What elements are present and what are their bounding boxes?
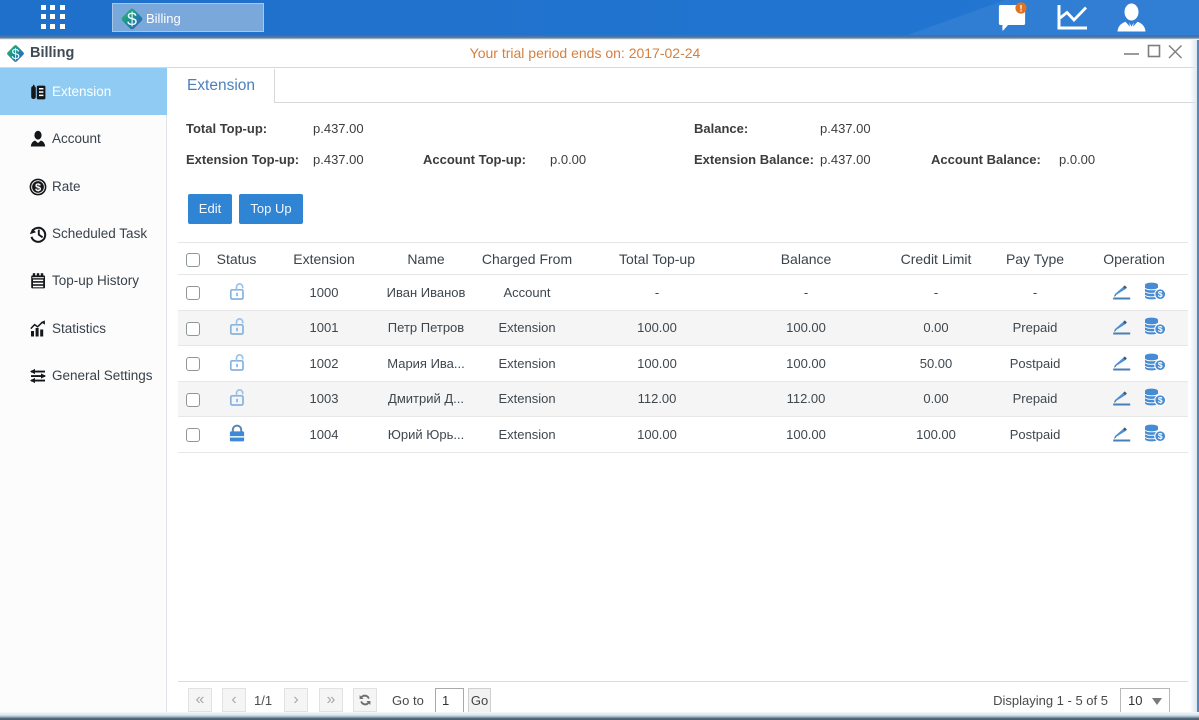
svg-text:$: $: [1158, 289, 1163, 299]
svg-text:$: $: [1158, 395, 1163, 405]
svg-text:!: !: [1020, 4, 1023, 14]
svg-text:$: $: [1158, 360, 1163, 370]
svg-text:$: $: [127, 10, 137, 30]
svg-text:$: $: [1158, 324, 1163, 334]
svg-text:$: $: [1158, 431, 1163, 441]
svg-text:$: $: [35, 182, 41, 194]
